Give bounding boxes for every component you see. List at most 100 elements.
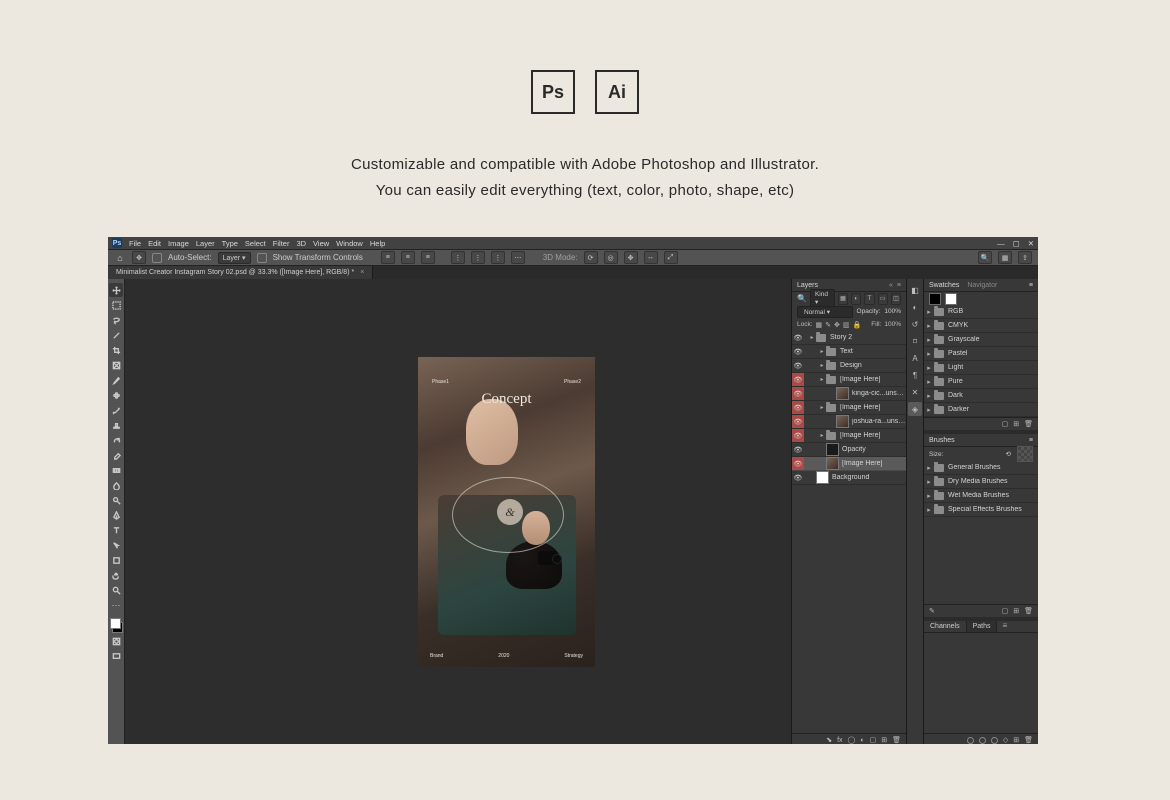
swatch-group[interactable]: ▸Pure <box>924 375 1038 389</box>
layer-row[interactable]: 👁▸[Image Here] <box>792 429 906 443</box>
visibility-icon[interactable]: 👁 <box>792 345 804 358</box>
new-layer-icon[interactable]: ⊞ <box>881 736 887 744</box>
more-options-icon[interactable]: ⋯ <box>511 251 525 264</box>
path-select-tool-icon[interactable] <box>109 538 123 552</box>
swatch-group[interactable]: ▸Grayscale <box>924 333 1038 347</box>
path-fill-icon[interactable] <box>967 737 974 744</box>
quickmask-icon[interactable] <box>109 634 123 648</box>
type-tool-icon[interactable] <box>109 523 123 537</box>
hand-tool-icon[interactable] <box>109 568 123 582</box>
menu-file[interactable]: File <box>129 239 141 248</box>
layer-row[interactable]: 👁▸Text <box>792 345 906 359</box>
menu-help[interactable]: Help <box>370 239 385 248</box>
eraser-tool-icon[interactable] <box>109 448 123 462</box>
3d-slide-icon[interactable]: ↔ <box>644 251 658 264</box>
delete-path-icon[interactable]: 🗑 <box>1024 736 1033 744</box>
layer-row[interactable]: 👁▸[Image Here] <box>792 373 906 387</box>
blend-mode-dropdown[interactable]: Normal ▾ <box>797 306 853 318</box>
swatch-group[interactable]: ▸Light <box>924 361 1038 375</box>
search-icon[interactable]: 🔍 <box>978 251 992 264</box>
menu-edit[interactable]: Edit <box>148 239 161 248</box>
adjustment-icon[interactable]: ◐ <box>860 737 864 744</box>
brushes-tab[interactable]: Brushes <box>929 437 955 444</box>
swatch-group[interactable]: ▸Pastel <box>924 347 1038 361</box>
3d-orbit-icon[interactable]: ⟳ <box>584 251 598 264</box>
swatches-menu-icon[interactable]: ≡ <box>1029 282 1033 289</box>
brush-group[interactable]: ▸Dry Media Brushes <box>924 475 1038 489</box>
lock-nest-icon[interactable]: ▥ <box>843 321 850 329</box>
document-tab[interactable]: Minimalist Creator Instagram Story 02.ps… <box>108 266 373 279</box>
paths-tab[interactable]: Paths <box>967 621 998 632</box>
path-mask-icon[interactable]: ◇ <box>1003 736 1008 744</box>
visibility-icon[interactable]: 👁 <box>792 429 804 442</box>
color-swatches[interactable] <box>109 617 123 633</box>
mask-icon[interactable]: ◯ <box>848 736 856 744</box>
fx-icon[interactable]: fx <box>837 737 842 744</box>
3d-roll-icon[interactable]: ◎ <box>604 251 618 264</box>
trash-icon[interactable]: 🗑 <box>892 736 901 744</box>
canvas[interactable]: & Concept Phase1 Phase2 Brand 2020 Strat… <box>125 279 791 744</box>
color-panel-icon[interactable]: ◧ <box>908 283 922 297</box>
path-selection-icon[interactable] <box>991 737 998 744</box>
opacity-value[interactable]: 100% <box>884 308 901 315</box>
brush-preset-icon[interactable]: ✎ <box>929 607 935 615</box>
wand-tool-icon[interactable] <box>109 328 123 342</box>
lock-pos-icon[interactable]: ✥ <box>834 321 840 329</box>
swatch-group[interactable]: ▸RGB <box>924 305 1038 319</box>
navigator-tab[interactable]: Navigator <box>967 282 997 289</box>
filter-type-icon[interactable]: T <box>864 293 874 305</box>
window-close-icon[interactable]: ✕ <box>1028 239 1034 248</box>
visibility-icon[interactable]: 👁 <box>792 373 804 386</box>
home-icon[interactable]: ⌂ <box>114 252 126 264</box>
show-transform-checkbox[interactable] <box>257 253 267 263</box>
link-layers-icon[interactable]: ⬊ <box>826 736 832 744</box>
autoselect-checkbox[interactable] <box>152 253 162 263</box>
menu-select[interactable]: Select <box>245 239 266 248</box>
swatch-group[interactable]: ▸Darker <box>924 403 1038 417</box>
share-icon[interactable]: ⇪ <box>1018 251 1032 264</box>
brushes-menu-icon[interactable]: ≡ <box>1029 437 1033 444</box>
workspace-switcher-icon[interactable]: ▦ <box>998 251 1012 264</box>
layer-row[interactable]: 👁joshua-ra...unsplash <box>792 415 906 429</box>
brush-flip-icon[interactable]: ⟲ <box>1006 450 1011 458</box>
visibility-icon[interactable]: 👁 <box>792 401 804 414</box>
align-right-icon[interactable]: ≡ <box>421 251 435 264</box>
layer-row[interactable]: 👁[Image Here] <box>792 457 906 471</box>
layer-row[interactable]: 👁Opacity <box>792 443 906 457</box>
zoom-tool-icon[interactable] <box>109 583 123 597</box>
panel-collapse-icon[interactable]: « <box>889 282 893 289</box>
new-swatch-group-icon[interactable]: ▢ <box>1002 420 1009 428</box>
screenmode-icon[interactable] <box>109 649 123 663</box>
move-tool-icon[interactable] <box>109 283 123 297</box>
visibility-icon[interactable]: 👁 <box>792 331 804 344</box>
path-stroke-icon[interactable] <box>979 737 986 744</box>
swatch-fg[interactable] <box>929 293 941 305</box>
expand-icon[interactable]: ▸ <box>818 348 826 355</box>
lock-paint-icon[interactable]: ✎ <box>825 321 831 329</box>
delete-swatch-icon[interactable]: 🗑 <box>1024 420 1033 428</box>
brush-tool-icon[interactable] <box>109 403 123 417</box>
lock-all-icon[interactable]: 🔒 <box>853 321 862 329</box>
channels-tab[interactable]: Channels <box>924 621 967 632</box>
paths-menu-icon[interactable]: ≡ <box>997 621 1012 632</box>
new-swatch-icon[interactable]: ⊞ <box>1013 420 1019 428</box>
history-panel-icon[interactable]: ↺ <box>908 317 922 331</box>
layer-row[interactable]: 👁kinga-cic...unsplash <box>792 387 906 401</box>
align-left-icon[interactable]: ≡ <box>381 251 395 264</box>
edit-toolbar-icon[interactable]: ⋯ <box>109 598 123 612</box>
delete-brush-icon[interactable]: 🗑 <box>1024 607 1033 615</box>
new-group-icon[interactable]: ▢ <box>870 736 877 744</box>
window-minimize-icon[interactable]: — <box>997 239 1005 248</box>
properties-panel-icon[interactable]: ⌑ <box>908 334 922 348</box>
filter-pixel-icon[interactable]: ▦ <box>838 293 848 305</box>
distribute-3-icon[interactable]: ⋮ <box>491 251 505 264</box>
new-brush-icon[interactable]: ⊞ <box>1013 607 1019 615</box>
expand-icon[interactable]: ▸ <box>818 432 826 439</box>
visibility-icon[interactable]: 👁 <box>792 415 804 428</box>
distribute-1-icon[interactable]: ⋮ <box>451 251 465 264</box>
para-panel-icon[interactable]: ¶ <box>908 368 922 382</box>
fill-value[interactable]: 100% <box>884 321 901 328</box>
visibility-icon[interactable]: 👁 <box>792 443 804 456</box>
brush-group[interactable]: ▸General Brushes <box>924 461 1038 475</box>
menu-type[interactable]: Type <box>222 239 238 248</box>
